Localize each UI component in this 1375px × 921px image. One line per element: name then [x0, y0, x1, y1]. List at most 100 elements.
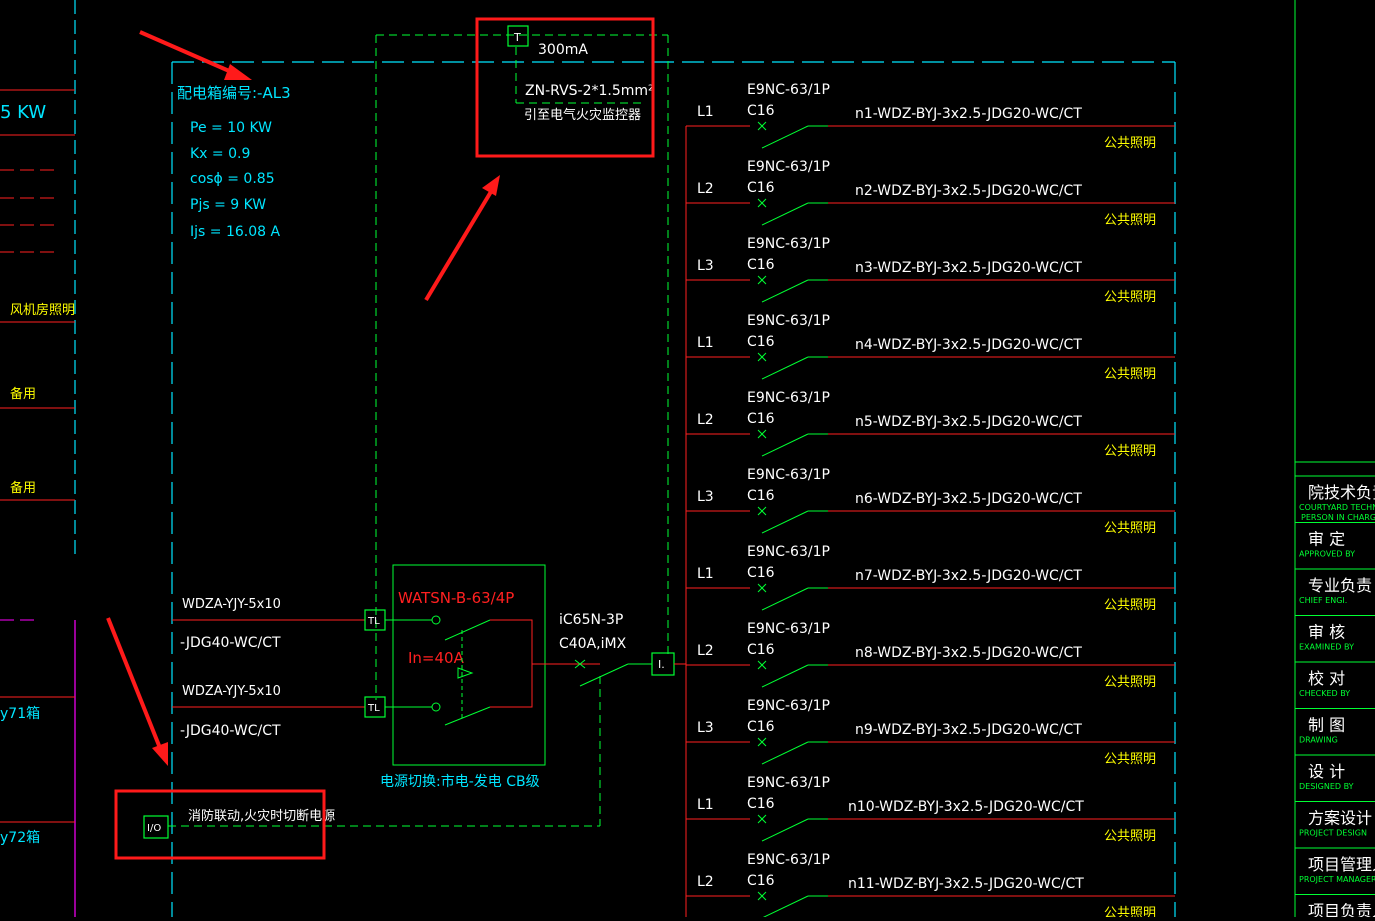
circuit-row: L2 E9NC-63/1P C16 n8-WDZ-BYJ-3x2.5-JDG20-WC…	[686, 621, 1175, 690]
circuit-row: L3 E9NC-63/1P C16 n9-WDZ-BYJ-3x2.5-JDG20-WC…	[686, 698, 1175, 767]
arrow-1	[139, 30, 252, 80]
atse-model: WATSN-B-63/4P	[398, 589, 514, 607]
title-block-row: 方案设计PROJECT DESIGN	[1295, 801, 1375, 838]
title-block-en: PROJECT MANAGER	[1299, 875, 1375, 884]
fire-desc: 消防联动,火灾时切断电源	[188, 808, 335, 824]
circuit-curve: C16	[747, 873, 775, 889]
left-fan-room: 风机房照明	[10, 302, 75, 318]
title-block-en: PROJECT DESIGN	[1299, 829, 1367, 838]
circuit-curve: C16	[747, 411, 775, 427]
circuit-phase: L2	[697, 874, 714, 890]
left-y71: y71箱	[0, 706, 40, 722]
circuit-use: 公共照明	[1104, 213, 1156, 228]
circuit-breaker: E9NC-63/1P	[747, 467, 830, 483]
circuit-cable: n11-WDZ-BYJ-3x2.5-JDG20-WC/CT	[848, 876, 1084, 892]
fire-linkage: I/O 消防联动,火灾时切断电源	[143, 808, 600, 839]
title-block-cn: 审 定	[1308, 530, 1345, 549]
circuit-row: L2 E9NC-63/1P C16 n5-WDZ-BYJ-3x2.5-JDG20-WC…	[686, 390, 1175, 459]
circuit-breaker: E9NC-63/1P	[747, 544, 830, 560]
circuit-curve: C16	[747, 488, 775, 504]
box-info: 配电箱编号:-AL3 Pe = 10 KW Kx = 0.9 cosϕ = 0.…	[177, 84, 291, 240]
circuit-row: L1 E9NC-63/1P C16 n10-WDZ-BYJ-3x2.5-JDG20-W…	[686, 775, 1175, 844]
title-block-cn: 项目负责人	[1308, 902, 1375, 918]
circuit-row: L3 E9NC-63/1P C16 n3-WDZ-BYJ-3x2.5-JDG20-WC…	[686, 236, 1175, 305]
circuit-breaker: E9NC-63/1P	[747, 775, 830, 791]
circuit-breaker: E9NC-63/1P	[747, 159, 830, 175]
circuit-row: L2 E9NC-63/1P C16 n11-WDZ-BYJ-3x2.5-JDG20-W…	[686, 852, 1175, 921]
circuit-phase: L3	[697, 489, 714, 505]
circuit-row: L1 E9NC-63/1P C16 n7-WDZ-BYJ-3x2.5-JDG20-WC…	[686, 544, 1175, 613]
circuit-curve: C16	[747, 257, 775, 273]
pe-value: Pe = 10 KW	[190, 120, 272, 136]
title-block-en: CHECKED BY	[1299, 689, 1350, 698]
circuit-cable: n5-WDZ-BYJ-3x2.5-JDG20-WC/CT	[855, 414, 1082, 430]
left-y72: y72箱	[0, 830, 40, 846]
circuit-breaker: E9NC-63/1P	[747, 852, 830, 868]
atse-in: In=40A	[408, 649, 465, 667]
circuit-use: 公共照明	[1104, 290, 1156, 305]
circuit-phase: L2	[697, 412, 714, 428]
circuit-breaker: E9NC-63/1P	[747, 621, 830, 637]
title-block-row: 制 图DRAWING	[1295, 708, 1375, 745]
circuit-breaker: E9NC-63/1P	[747, 313, 830, 329]
circuit-use: 公共照明	[1104, 906, 1156, 917]
circuit-row: L1 E9NC-63/1P C16 n1-WDZ-BYJ-3x2.5-JDG20-WC…	[686, 82, 1175, 151]
circuit-phase: L1	[697, 335, 714, 351]
incoming: WDZA-YJY-5x10 -JDG40-WC/CT WDZA-YJY-5x10…	[172, 564, 686, 826]
circuit-use: 公共照明	[1104, 598, 1156, 613]
circuit-curve: C16	[747, 565, 775, 581]
title-block-cn: 项目管理人	[1308, 855, 1375, 874]
circuit-breaker: E9NC-63/1P	[747, 390, 830, 406]
title-block-row: 院技术负责人COURTYARD TECHNOLOGYPERSON IN CHAR…	[1299, 483, 1375, 522]
left-spare-2: 备用	[10, 480, 36, 496]
circuit-cable: n9-WDZ-BYJ-3x2.5-JDG20-WC/CT	[855, 722, 1082, 738]
circuit-row: L2 E9NC-63/1P C16 n2-WDZ-BYJ-3x2.5-JDG20-WC…	[686, 159, 1175, 228]
breaker-rating: C40A,iMX	[559, 636, 627, 652]
title-block-row: 项目管理人PROJECT MANAGER	[1295, 847, 1375, 884]
title-block-row: 设 计DESIGNED BY	[1295, 754, 1375, 791]
circuit-breaker: E9NC-63/1P	[747, 698, 830, 714]
circuit-use: 公共照明	[1104, 444, 1156, 459]
breaker-model: iC65N-3P	[559, 612, 623, 628]
arrow-3	[106, 617, 168, 766]
circuit-cable: n10-WDZ-BYJ-3x2.5-JDG20-WC/CT	[848, 799, 1084, 815]
cable2-a: WDZA-YJY-5x10	[182, 684, 281, 699]
electrical-schematic: 5 KW 风机房照明 备用 备用 y71箱 y72箱 配电箱编号:-AL3 Pe…	[0, 0, 1375, 921]
circuit-cable: n7-WDZ-BYJ-3x2.5-JDG20-WC/CT	[855, 568, 1082, 584]
monitor-desc: 引至电气火灾监控器	[524, 107, 641, 123]
title-block-en: COURTYARD TECHNOLOGY	[1299, 503, 1375, 512]
title-block-row: 校 对CHECKED BY	[1295, 661, 1375, 698]
circuit-breaker: E9NC-63/1P	[747, 82, 830, 98]
atse-switch	[385, 615, 491, 726]
title-block-en: DRAWING	[1299, 736, 1338, 745]
circuit-curve: C16	[747, 796, 775, 812]
circuit-phase: L2	[697, 643, 714, 659]
circuit-phase: L2	[697, 181, 714, 197]
circuit-phase: L1	[697, 797, 714, 813]
circuit-phase: L3	[697, 258, 714, 274]
ijs-value: Ijs = 16.08 A	[190, 224, 280, 240]
title-block-en: APPROVED BY	[1299, 550, 1355, 559]
io-label: I/O	[147, 823, 161, 834]
title-block-en2: PERSON IN CHARGE	[1301, 513, 1375, 522]
tl-label-1: TL	[367, 616, 380, 627]
main-breaker-symbol	[574, 659, 652, 826]
kx-value: Kx = 0.9	[190, 146, 250, 162]
title-block-row: 审 核EXAMINED BY	[1295, 615, 1375, 652]
fire-monitor: T 300mA ZN-RVS-2*1.5mm² 引至电气火灾监控器	[507, 25, 654, 123]
arrow-2	[424, 175, 500, 302]
title-block-cn: 方案设计	[1308, 809, 1372, 828]
monitor-symbol: T	[513, 31, 521, 44]
circuit-use: 公共照明	[1104, 829, 1156, 844]
circuit-use: 公共照明	[1104, 675, 1156, 690]
left-panel: 5 KW 风机房照明 备用 备用 y71箱 y72箱	[0, 0, 76, 917]
circuit-cable: n8-WDZ-BYJ-3x2.5-JDG20-WC/CT	[855, 645, 1082, 661]
circuit-curve: C16	[747, 103, 775, 119]
title-block-row: 审 定APPROVED BY	[1295, 522, 1375, 559]
circuit-use: 公共照明	[1104, 521, 1156, 536]
title-block-cn: 制 图	[1308, 716, 1345, 735]
title-block-en: EXAMINED BY	[1299, 643, 1354, 652]
circuit-use: 公共照明	[1104, 367, 1156, 382]
cable1-b: -JDG40-WC/CT	[180, 635, 281, 651]
outgoing-circuits: L1 E9NC-63/1P C16 n1-WDZ-BYJ-3x2.5-JDG20-WC…	[686, 82, 1175, 921]
